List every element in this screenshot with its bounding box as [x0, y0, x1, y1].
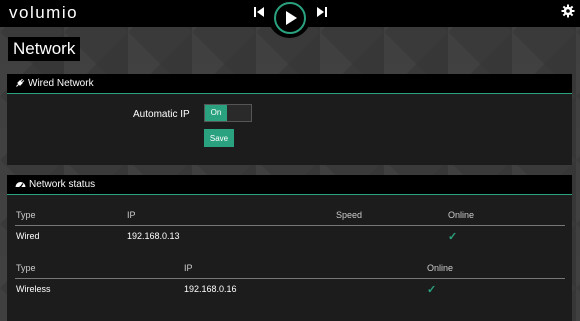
automatic-ip-toggle[interactable]: On [204, 104, 252, 122]
network-status-header: Network status [7, 175, 572, 195]
column-header: Type [16, 263, 36, 273]
speed-value [335, 225, 447, 246]
settings-button[interactable] [561, 4, 575, 18]
connection-type: Wired [15, 225, 126, 246]
column-header: Online [427, 263, 454, 273]
gear-icon [561, 4, 575, 18]
toggle-on-label: On [205, 105, 227, 121]
table-row: Wireless 192.168.0.16 ✓ [15, 278, 565, 299]
play-button-holder [268, 0, 311, 38]
skip-forward-icon [317, 7, 327, 17]
previous-track-button[interactable] [252, 5, 266, 19]
wired-status-table: Type IP Speed Online Wired 192.168.0.13 … [15, 205, 565, 246]
column-header: IP [127, 210, 136, 220]
wired-network-header: Wired Network [7, 74, 572, 94]
playback-controls [0, 0, 580, 38]
column-header: Online [448, 210, 475, 220]
column-header: Speed [336, 210, 363, 220]
online-cell: ✓ [426, 278, 565, 299]
column-header: Type [16, 210, 36, 220]
table-header-row: Type IP Online [15, 258, 565, 279]
online-cell: ✓ [447, 225, 565, 246]
checkmark-icon: ✓ [448, 230, 458, 243]
connection-type: Wireless [15, 278, 183, 299]
wired-network-title: Wired Network [28, 78, 94, 89]
play-button[interactable] [274, 2, 306, 34]
network-status-panel: Network status Type IP Speed Online Wire… [7, 175, 572, 321]
ip-address: 192.168.0.13 [126, 225, 335, 246]
ip-address: 192.168.0.16 [183, 278, 426, 299]
dashboard-icon [15, 182, 26, 188]
save-button[interactable]: Save [204, 129, 234, 147]
table-header-row: Type IP Speed Online [15, 205, 565, 226]
play-icon [286, 11, 297, 25]
wired-network-panel: Wired Network Automatic IP On Save [7, 74, 572, 165]
plug-icon [16, 78, 25, 87]
checkmark-icon: ✓ [427, 283, 437, 296]
wireless-status-table: Type IP Online Wireless 192.168.0.16 ✓ [15, 258, 565, 299]
table-row: Wired 192.168.0.13 ✓ [15, 225, 565, 246]
automatic-ip-label: Automatic IP [133, 109, 190, 120]
column-header: IP [184, 263, 193, 273]
skip-back-icon [254, 7, 264, 17]
next-track-button[interactable] [315, 5, 329, 19]
page-title: Network [8, 37, 81, 61]
network-status-title: Network status [29, 179, 96, 190]
